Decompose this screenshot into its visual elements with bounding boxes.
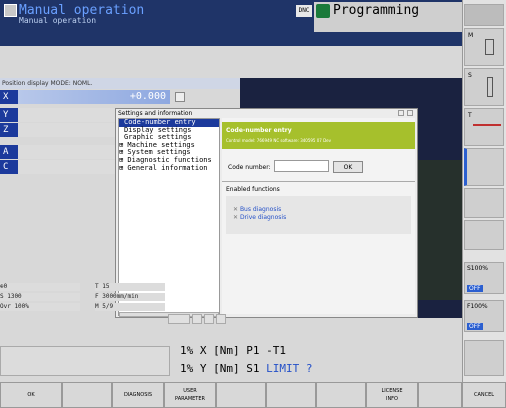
status-icon-a	[192, 314, 202, 324]
side-key-1[interactable]	[464, 4, 504, 26]
control-logo-icon	[4, 4, 17, 17]
axis-value-box: +0.000	[18, 90, 170, 104]
side-key-label: S	[468, 72, 472, 79]
status-icon-c	[216, 314, 226, 324]
status-icon-b	[204, 314, 214, 324]
softkey-5[interactable]	[216, 382, 266, 408]
softkey-diagnosis[interactable]: DIAGNOSIS	[112, 382, 164, 408]
axis-label: C	[0, 160, 18, 174]
function-label: Drive diagnosis	[239, 214, 287, 221]
dnc-badge: DNC	[296, 5, 312, 17]
side-key-s[interactable]: S	[464, 68, 504, 106]
spindle-override[interactable]: S100% OFF	[464, 262, 504, 294]
side-key-label: S100%	[467, 265, 488, 272]
dialog-title: Settings and information	[118, 110, 193, 117]
programming-icon	[316, 4, 330, 18]
side-key-t[interactable]: T	[464, 108, 504, 146]
side-key-6[interactable]	[464, 220, 504, 250]
mode-icon	[168, 314, 190, 324]
side-key-m[interactable]: M	[464, 28, 504, 66]
m-status: M 5/9	[95, 303, 165, 311]
machine-icon	[485, 39, 494, 55]
dialog-help-icon[interactable]	[398, 110, 404, 116]
load-line-2-text: 1% Y [Nm] S1	[180, 362, 260, 375]
feed-status: F 3000mm/min	[95, 293, 165, 301]
side-key-label: M	[468, 32, 474, 39]
load-bars	[0, 346, 170, 376]
tool-left-value: 0	[3, 283, 8, 290]
wrench-icon: ✕	[233, 214, 240, 221]
enabled-functions-title: Enabled functions	[226, 186, 280, 193]
softkey-license-info[interactable]: LICENSE INFO	[366, 382, 418, 408]
load-line-1: 1% X [Nm] P1 -T1	[180, 344, 286, 357]
side-key-label: T	[468, 112, 472, 119]
load-line-2: 1% Y [Nm] S1 LIMIT ?	[180, 362, 312, 375]
softkey-user-parameter[interactable]: USER PARAMETER	[164, 382, 216, 408]
feed-override[interactable]: F100% OFF	[464, 300, 504, 332]
position-display-label: Position display MODE: NOML.	[0, 78, 240, 89]
softkey-cancel[interactable]: CANCEL	[462, 382, 506, 408]
softkey-9[interactable]	[418, 382, 462, 408]
off-badge: OFF	[467, 323, 483, 330]
function-bus-diagnosis[interactable]: ✕ Bus diagnosis	[233, 206, 281, 213]
tool-status-right: T 15	[95, 283, 165, 291]
side-key-5[interactable]	[464, 188, 504, 218]
ok-button[interactable]: OK	[333, 161, 363, 173]
tool-arrow-icon	[473, 124, 501, 126]
side-key-label: F100%	[467, 303, 488, 310]
softkey-2[interactable]	[62, 382, 112, 408]
function-label: Bus diagnosis	[239, 206, 282, 213]
axis-value: +0.000	[129, 91, 166, 102]
wrench-icon: ✕	[233, 206, 240, 213]
softkey-7[interactable]	[316, 382, 366, 408]
status-icons	[168, 314, 238, 342]
programming-title: Programming	[333, 3, 420, 18]
axis-row-x: X +0.000	[0, 90, 240, 104]
axis-label: Z	[0, 123, 18, 137]
code-number-label: Code number:	[228, 164, 271, 171]
tree-item-general[interactable]: ⊞ General information	[119, 164, 219, 173]
axis-label: Y	[0, 108, 18, 122]
divider	[222, 181, 415, 182]
softkey-6[interactable]	[266, 382, 316, 408]
override-status: Ovr 100%	[0, 303, 80, 311]
limit-text: LIMIT ?	[266, 362, 313, 375]
side-key-9[interactable]	[464, 340, 504, 376]
softkey-ok[interactable]: OK	[0, 382, 62, 408]
axis-label: A	[0, 145, 18, 159]
spindle-status: S 1300	[0, 293, 80, 301]
spindle-icon	[487, 77, 493, 97]
tool-status-left: ⊕0	[0, 283, 80, 291]
side-key-4[interactable]	[464, 148, 504, 186]
dialog-close-icon[interactable]	[407, 110, 413, 116]
off-badge: OFF	[467, 285, 483, 292]
function-drive-diagnosis[interactable]: ✕ Drive diagnosis	[233, 214, 286, 221]
control-model-info: Control model: 766949 NC software: 34059…	[226, 138, 332, 143]
code-number-input[interactable]	[274, 160, 329, 172]
code-panel-title: Code-number entry	[226, 127, 292, 134]
axis-label: X	[0, 90, 18, 104]
mode-subtitle: Manual operation	[19, 16, 97, 25]
axis-reference-icon	[175, 92, 185, 102]
